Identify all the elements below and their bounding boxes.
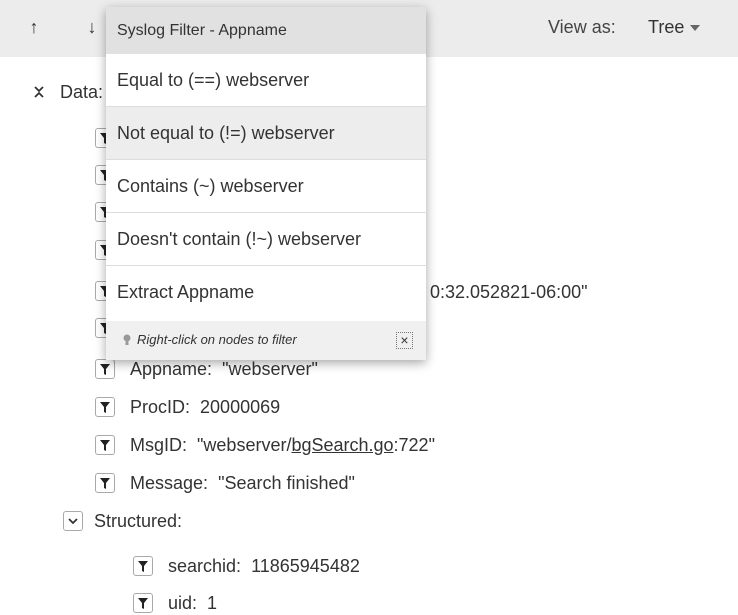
field-key: searchid:: [168, 556, 242, 576]
tree-field-appname[interactable]: Appname: "webserver": [130, 358, 318, 380]
filter-icon[interactable]: [95, 359, 115, 379]
field-value: "webserver/: [197, 435, 292, 455]
tree-node-structured[interactable]: Structured:: [94, 510, 182, 532]
filter-icon[interactable]: [133, 556, 153, 576]
msgid-link[interactable]: bgSearch.go: [291, 435, 393, 455]
popup-title: Syslog Filter - Appname: [106, 7, 426, 54]
field-value: 1: [207, 593, 218, 613]
collapse-icon[interactable]: [32, 84, 46, 100]
field-key: ProcID:: [130, 397, 191, 417]
field-key: Message:: [130, 473, 209, 493]
filter-equal-option[interactable]: Equal to (==) webserver: [106, 54, 426, 107]
extract-appname-option[interactable]: Extract Appname: [106, 266, 426, 319]
syslog-filter-popup: Syslog Filter - Appname Equal to (==) we…: [106, 7, 426, 360]
popup-footer: Right-click on nodes to filter ×: [106, 321, 426, 360]
expand-toggle-structured[interactable]: [63, 511, 83, 531]
tree-field-uid[interactable]: uid: 1: [168, 592, 217, 614]
field-key: uid:: [168, 593, 198, 613]
field-value: "Search finished": [218, 473, 355, 493]
tree-field-message[interactable]: Message: "Search finished": [130, 472, 355, 494]
filter-icon[interactable]: [95, 435, 115, 455]
tree-field-searchid[interactable]: searchid: 11865945482: [168, 555, 360, 577]
field-key: MsgID:: [130, 435, 188, 455]
field-value-suffix: :722": [393, 435, 435, 455]
filter-icon[interactable]: [95, 397, 115, 417]
filter-not-equal-option[interactable]: Not equal to (!=) webserver: [106, 107, 426, 160]
field-value: "webserver": [222, 359, 318, 379]
field-key: Appname:: [130, 359, 213, 379]
field-value: 11865945482: [251, 556, 360, 576]
tree-field-procid[interactable]: ProcID: 20000069: [130, 396, 280, 418]
filter-not-contains-option[interactable]: Doesn't contain (!~) webserver: [106, 213, 426, 266]
timestamp-value: 0:32.052821-06:00": [430, 282, 588, 302]
field-value: 20000069: [200, 397, 281, 417]
lightbulb-icon: [123, 334, 131, 345]
filter-icon[interactable]: [133, 593, 153, 613]
filter-icon[interactable]: [95, 473, 115, 493]
filter-contains-option[interactable]: Contains (~) webserver: [106, 160, 426, 213]
tree-root-label: Data:: [60, 82, 104, 102]
popup-hint: Right-click on nodes to filter: [137, 332, 297, 347]
tree-field-msgid[interactable]: MsgID: "webserver/bgSearch.go:722": [130, 434, 435, 456]
close-button[interactable]: ×: [396, 332, 413, 349]
close-icon: ×: [400, 332, 409, 348]
